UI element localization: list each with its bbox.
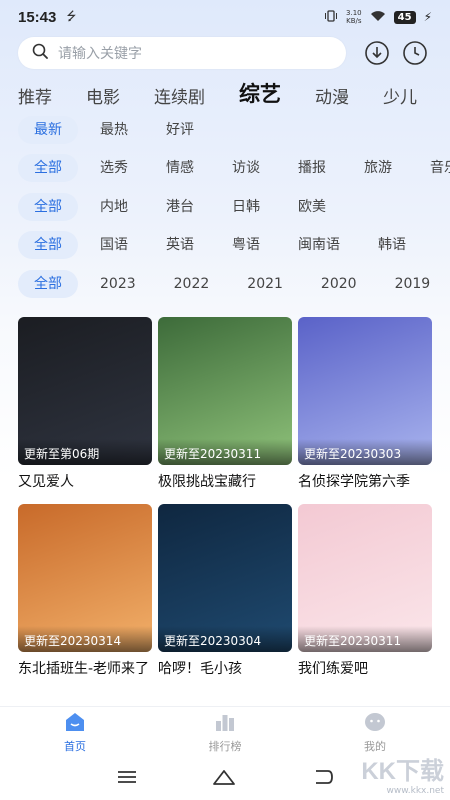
filter-year-item[interactable]: 2022 [158,270,226,298]
nav-ranking[interactable]: 排行榜 [150,707,300,758]
back-icon[interactable] [311,768,333,790]
filter-region-item[interactable]: 日韩 [216,193,276,221]
filter-region-item[interactable]: 欧美 [282,193,342,221]
bottom-nav: 首页 排行榜 我的 [0,706,450,758]
show-card[interactable]: 更新至20230311 极限挑战宝藏行 [158,317,292,491]
profile-icon [364,712,386,735]
filter-year-item[interactable]: 2019 [379,270,447,298]
filter-language-item[interactable]: 国语 [84,231,144,259]
filter-genre-item[interactable]: 访谈 [216,154,276,182]
update-badge: 更新至20230303 [298,439,432,465]
tab-anime[interactable]: 动漫 [315,83,349,108]
show-card[interactable]: 更新至第06期 又见爱人 [18,317,152,491]
history-icon[interactable] [400,38,430,68]
show-title[interactable]: 名侦探学院第六季 [298,471,432,491]
nav-home[interactable]: 首页 [0,707,150,758]
filter-region-item[interactable]: 内地 [84,193,144,221]
filter-genre-item[interactable]: 音乐 [414,154,450,182]
show-poster[interactable]: 更新至20230311 [298,504,432,652]
show-poster[interactable]: 更新至20230303 [298,317,432,465]
usb-icon: ⭍ [66,8,77,23]
show-title[interactable]: 极限挑战宝藏行 [158,471,292,491]
ranking-icon [214,712,236,735]
filter-year-all[interactable]: 全部 [18,270,78,298]
filter-genre-item[interactable]: 选秀 [84,154,144,182]
category-tabs: 推荐 电影 连续剧 综艺 动漫 少儿 [18,76,450,108]
tab-recommend[interactable]: 推荐 [18,83,52,108]
status-right: 3.10 KB/s 45 ⚡ [324,9,432,26]
show-title[interactable]: 东北插班生-老师来了 [18,658,152,678]
battery-indicator: 45 [393,10,416,24]
nav-ranking-label: 排行榜 [208,739,242,753]
search-placeholder: 请输入关键字 [58,46,142,62]
filter-year-item[interactable]: 2020 [305,270,373,298]
nav-profile[interactable]: 我的 [300,707,450,758]
filter-genre-item[interactable]: 旅游 [348,154,408,182]
show-card[interactable]: 更新至20230311 我们练爱吧 [298,504,432,678]
search-input[interactable]: 请输入关键字 [18,37,346,69]
show-poster[interactable]: 更新至20230311 [158,317,292,465]
filter-year-row: 全部 2023 2022 2021 2020 2019 [18,269,450,299]
update-badge: 更新至20230311 [298,626,432,652]
filter-genre-all[interactable]: 全部 [18,154,78,182]
update-badge: 更新至20230304 [158,626,292,652]
filter-genre-item[interactable]: 情感 [150,154,210,182]
filter-language-item[interactable]: 闽南语 [282,231,356,259]
show-title[interactable]: 哈啰！毛小孩 [158,658,292,678]
show-card[interactable]: 更新至20230304 哈啰！毛小孩 [158,504,292,678]
tab-variety[interactable]: 综艺 [239,78,281,108]
status-time: 15:43 [18,8,57,26]
search-row: 请输入关键字 [18,36,438,70]
status-bar: 15:43 ⭍ 3.10 KB/s 45 ⚡ [0,0,450,34]
filter-language-row: 全部 国语 英语 粤语 闽南语 韩语 [18,230,450,260]
net-speed: 3.10 KB/s [346,9,362,25]
filter-language-item[interactable]: 英语 [150,231,210,259]
filter-language-all[interactable]: 全部 [18,231,78,259]
show-title[interactable]: 又见爱人 [18,471,152,491]
charging-icon: ⚡ [423,10,432,24]
filter-language-item[interactable]: 粤语 [216,231,276,259]
show-card[interactable]: 更新至20230314 东北插班生-老师来了 [18,504,152,678]
filter-sort-hot[interactable]: 最热 [84,116,144,144]
tab-series[interactable]: 连续剧 [154,83,205,108]
filter-genre-row: 全部 选秀 情感 访谈 播报 旅游 音乐 [18,153,450,183]
show-card[interactable]: 更新至20230303 名侦探学院第六季 [298,317,432,491]
filter-year-item[interactable]: 2021 [231,270,299,298]
filter-region-item[interactable]: 港台 [150,193,210,221]
filter-region-all[interactable]: 全部 [18,193,78,221]
download-icon[interactable] [362,38,392,68]
filter-year-item[interactable]: 2023 [84,270,152,298]
tab-kids[interactable]: 少儿 [383,83,417,108]
filter-genre-item[interactable]: 播报 [282,154,342,182]
show-title[interactable]: 我们练爱吧 [298,658,432,678]
nav-home-label: 首页 [64,739,86,753]
vibrate-icon [324,9,338,26]
home-button-icon[interactable] [212,768,236,790]
filter-language-item[interactable]: 韩语 [362,231,422,259]
filter-sort-latest[interactable]: 最新 [18,116,78,144]
update-badge: 更新至20230314 [18,626,152,652]
filter-sort-rated[interactable]: 好评 [150,116,210,144]
system-nav-bar [0,758,450,800]
update-badge: 更新至20230311 [158,439,292,465]
filter-sort-row: 最新 最热 好评 [18,115,450,145]
show-poster[interactable]: 更新至20230314 [18,504,152,652]
search-icon [32,43,48,63]
wifi-icon [370,10,386,25]
home-icon [64,712,86,735]
menu-icon[interactable] [117,769,137,789]
show-poster[interactable]: 更新至第06期 [18,317,152,465]
tab-movie[interactable]: 电影 [86,83,120,108]
nav-profile-label: 我的 [364,739,386,753]
filter-region-row: 全部 内地 港台 日韩 欧美 [18,192,450,222]
update-badge: 更新至第06期 [18,439,152,465]
show-poster[interactable]: 更新至20230304 [158,504,292,652]
